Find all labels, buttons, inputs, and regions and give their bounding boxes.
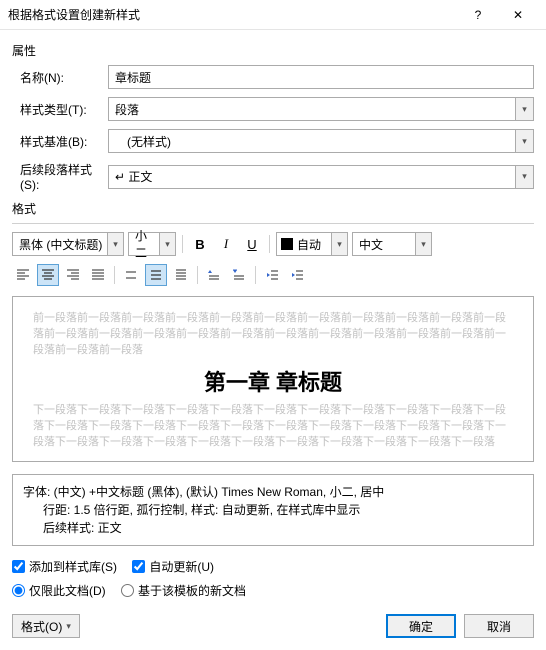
description-line: 字体: (中文) +中文标题 (黑体), (默认) Times New Roma… — [23, 483, 523, 501]
section-properties: 属性 — [12, 42, 534, 59]
add-to-gallery-checkbox[interactable]: 添加到样式库(S) — [12, 558, 117, 575]
font-family-select[interactable]: 黑体 (中文标题)▾ — [12, 232, 124, 256]
underline-button[interactable]: U — [241, 233, 263, 255]
template-radio[interactable]: 基于该模板的新文档 — [121, 582, 246, 599]
format-menu-button[interactable]: 格式(O)▾ — [12, 614, 80, 638]
name-input[interactable]: 章标题 — [108, 65, 534, 89]
bold-button[interactable]: B — [189, 233, 211, 255]
preview-after-text: 下一段落下一段落下一段落下一段落下一段落下一段落下一段落下一段落下一段落下一段落… — [33, 403, 513, 451]
chevron-down-icon: ▾ — [515, 130, 533, 152]
preview-before-text: 前一段落前一段落前一段落前一段落前一段落前一段落前一段落前一段落前一段落前一段落… — [33, 311, 513, 359]
style-description: 字体: (中文) +中文标题 (黑体), (默认) Times New Roma… — [12, 474, 534, 546]
separator — [269, 235, 270, 253]
style-type-select[interactable]: 段落▾ — [108, 97, 534, 121]
label-name: 名称(N): — [12, 69, 108, 86]
divider — [12, 223, 534, 224]
align-justify-icon[interactable] — [87, 264, 109, 286]
based-on-select[interactable]: (无样式)▾ — [108, 129, 534, 153]
dialog-title: 根据格式设置创建新样式 — [8, 6, 458, 23]
dialog-footer: 格式(O)▾ 确定 取消 — [12, 614, 534, 638]
align-center-icon[interactable] — [37, 264, 59, 286]
help-button[interactable]: ? — [458, 1, 498, 29]
radio-row: 仅限此文档(D) 基于该模板的新文档 — [12, 582, 534, 600]
font-toolbar: 黑体 (中文标题)▾ 小二▾ B I U 自动▾ 中文▾ — [12, 232, 534, 256]
preview-sample-text: 第一章 章标题 — [33, 365, 513, 397]
font-size-select[interactable]: 小二▾ — [128, 232, 176, 256]
indent-increase-icon[interactable] — [286, 264, 308, 286]
separator — [197, 266, 198, 284]
follow-style-select[interactable]: ↵ 正文▾ — [108, 165, 534, 189]
align-left-icon[interactable] — [12, 264, 34, 286]
separator — [182, 235, 183, 253]
label-based-on: 样式基准(B): — [12, 133, 108, 150]
description-line: 行距: 1.5 倍行距, 孤行控制, 样式: 自动更新, 在样式库中显示 — [23, 501, 523, 519]
this-document-radio[interactable]: 仅限此文档(D) — [12, 582, 106, 599]
line-spacing-1-icon[interactable] — [120, 264, 142, 286]
description-line: 后续样式: 正文 — [23, 519, 523, 537]
cancel-button[interactable]: 取消 — [464, 614, 534, 638]
line-spacing-15-icon[interactable] — [145, 264, 167, 286]
space-before-decrease-icon[interactable] — [228, 264, 250, 286]
paragraph-toolbar — [12, 264, 534, 286]
section-format: 格式 — [12, 200, 534, 217]
space-before-increase-icon[interactable] — [203, 264, 225, 286]
indent-decrease-icon[interactable] — [261, 264, 283, 286]
preview-panel: 前一段落前一段落前一段落前一段落前一段落前一段落前一段落前一段落前一段落前一段落… — [12, 296, 534, 462]
chevron-down-icon: ▾ — [515, 166, 533, 188]
title-bar: 根据格式设置创建新样式 ? ✕ — [0, 0, 546, 30]
checkbox-row: 添加到样式库(S) 自动更新(U) — [12, 558, 534, 576]
ok-button[interactable]: 确定 — [386, 614, 456, 638]
separator — [255, 266, 256, 284]
label-style-type: 样式类型(T): — [12, 101, 108, 118]
font-color-select[interactable]: 自动▾ — [276, 232, 348, 256]
auto-update-checkbox[interactable]: 自动更新(U) — [132, 558, 214, 575]
chevron-down-icon: ▾ — [515, 98, 533, 120]
line-spacing-2-icon[interactable] — [170, 264, 192, 286]
color-swatch — [281, 238, 293, 250]
language-select[interactable]: 中文▾ — [352, 232, 432, 256]
align-right-icon[interactable] — [62, 264, 84, 286]
label-follow-style: 后续段落样式(S): — [12, 161, 108, 192]
italic-button[interactable]: I — [215, 233, 237, 255]
separator — [114, 266, 115, 284]
close-button[interactable]: ✕ — [498, 1, 538, 29]
